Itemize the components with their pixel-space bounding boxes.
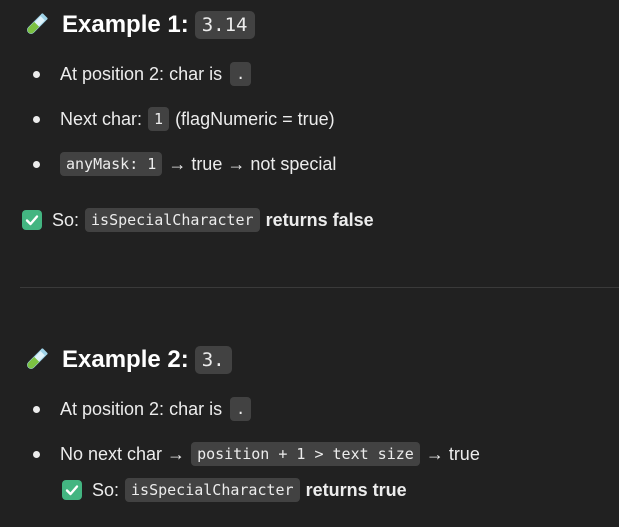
list-item-text: At position 2: char is [60, 398, 223, 419]
list-item: anyMask: 1 → true → not special [33, 151, 336, 177]
bullet-dot [33, 450, 40, 458]
inline-code: position + 1 > text size [191, 442, 420, 466]
list-item-text: No next char → [60, 443, 186, 464]
test-tube-icon [27, 13, 48, 34]
check-mark-button-icon [62, 480, 82, 500]
example-1-result: So: isSpecialCharacter returns false [22, 207, 374, 233]
section-divider [20, 287, 619, 288]
inline-code: 1 [148, 107, 170, 131]
list-item-suffix: → true [425, 443, 480, 464]
example-code: 3. [194, 346, 232, 374]
result-suffix: returns true [305, 479, 407, 500]
list-item: At position 2: char is . [33, 396, 254, 422]
example-title: Example 2: [62, 346, 189, 373]
inline-code: isSpecialCharacter [125, 478, 300, 502]
list-item-suffix: → true → not special [168, 153, 337, 174]
inline-code: . [230, 62, 252, 86]
test-tube-icon [27, 348, 48, 369]
result-prefix: So: [92, 479, 120, 500]
list-item-suffix: (flagNumeric = true) [175, 108, 335, 129]
result-prefix: So: [52, 209, 80, 230]
example-code: 3.14 [194, 11, 255, 39]
list-item: At position 2: char is . [33, 61, 254, 87]
list-item-text: Next char: [60, 108, 143, 129]
bullet-dot [33, 115, 40, 123]
list-item: No next char → position + 1 > text size … [33, 441, 480, 467]
bullet-dot [33, 70, 40, 78]
example-title: Example 1: [62, 11, 189, 38]
example-1-heading: Example 1: 3.14 [22, 8, 255, 42]
inline-code: isSpecialCharacter [85, 208, 260, 232]
bullet-dot [33, 160, 40, 168]
example-2-heading: Example 2: 3. [22, 343, 232, 377]
list-item-text: At position 2: char is [60, 63, 223, 84]
inline-code: . [230, 397, 252, 421]
inline-code: anyMask: 1 [60, 152, 163, 176]
bullet-dot [33, 405, 40, 413]
result-suffix: returns false [265, 209, 374, 230]
example-2-result: So: isSpecialCharacter returns true [62, 477, 407, 503]
list-item: Next char: 1 (flagNumeric = true) [33, 106, 335, 132]
check-mark-button-icon [22, 210, 42, 230]
